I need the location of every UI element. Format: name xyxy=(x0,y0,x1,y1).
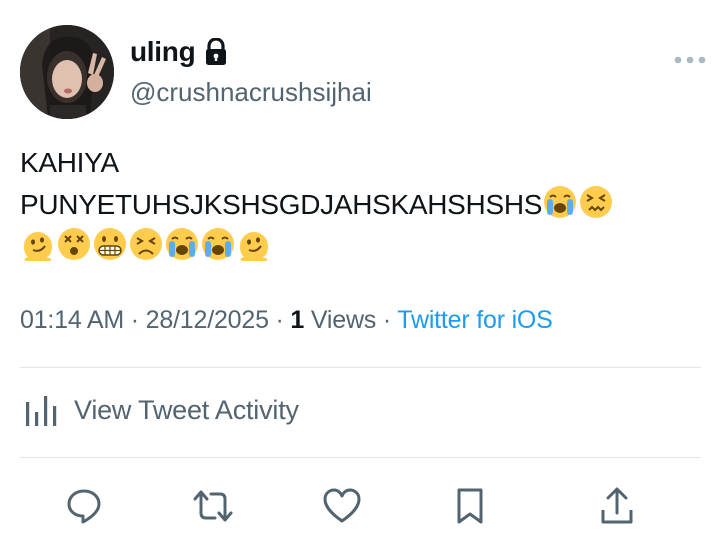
retweet-button[interactable] xyxy=(189,482,237,530)
lock-icon xyxy=(203,37,229,66)
analytics-icon xyxy=(26,396,57,426)
loudly-crying-face-icon xyxy=(544,186,577,218)
display-name[interactable]: uling xyxy=(130,36,196,68)
tweet-line-2-text: PUNYETUHSJKSHSGDJAHSKAHSHSHS xyxy=(20,189,543,220)
divider xyxy=(20,457,701,458)
dizzy-face-icon xyxy=(58,228,90,260)
bookmark-icon xyxy=(457,488,483,524)
view-tweet-activity-label: View Tweet Activity xyxy=(74,394,299,425)
views-count: 1 xyxy=(290,306,305,334)
share-button[interactable] xyxy=(593,482,641,530)
tweet-time: 01:14 AM xyxy=(20,306,125,334)
meta-separator: · xyxy=(268,306,291,334)
grimacing-face-icon xyxy=(94,228,126,260)
avatar[interactable] xyxy=(20,25,114,119)
like-button[interactable] xyxy=(318,482,366,530)
author-row: uling xyxy=(130,36,229,68)
tweet-date: 28/12/2025 xyxy=(145,306,269,334)
retweet-icon xyxy=(193,490,233,522)
melting-face-icon xyxy=(24,232,52,261)
view-tweet-activity-button[interactable]: View Tweet Activity xyxy=(24,392,299,428)
share-icon xyxy=(601,487,633,524)
loudly-crying-face-icon xyxy=(202,228,234,260)
heart-icon xyxy=(323,488,361,523)
views-label: Views xyxy=(304,306,377,334)
tweet-meta: 01:14 AM · 28/12/2025 · 1 Views · Twitte… xyxy=(20,306,553,335)
confounded-face-icon xyxy=(580,186,613,218)
meta-separator: · xyxy=(124,306,146,334)
reply-icon xyxy=(67,489,101,524)
bookmark-button[interactable] xyxy=(446,482,494,530)
melting-face-icon xyxy=(240,232,268,261)
tweet-line-2: PUNYETUHSJKSHSGDJAHSKAHSHSHS xyxy=(20,184,710,226)
tweet-line-1: KAHIYA xyxy=(20,147,119,178)
meta-separator: · xyxy=(376,306,398,334)
more-options-icon[interactable] xyxy=(673,52,707,64)
reply-button[interactable] xyxy=(60,482,108,530)
handle[interactable]: @crushnacrushsijhai xyxy=(130,77,372,108)
tweet-line-3 xyxy=(20,226,710,268)
divider xyxy=(20,367,701,368)
loudly-crying-face-icon xyxy=(166,228,198,260)
tweet-text: KAHIYA PUNYETUHSJKSHSGDJAHSKAHSHSHS xyxy=(20,142,710,268)
tweet-source-link[interactable]: Twitter for iOS xyxy=(397,306,553,334)
persevering-face-icon xyxy=(130,228,162,260)
